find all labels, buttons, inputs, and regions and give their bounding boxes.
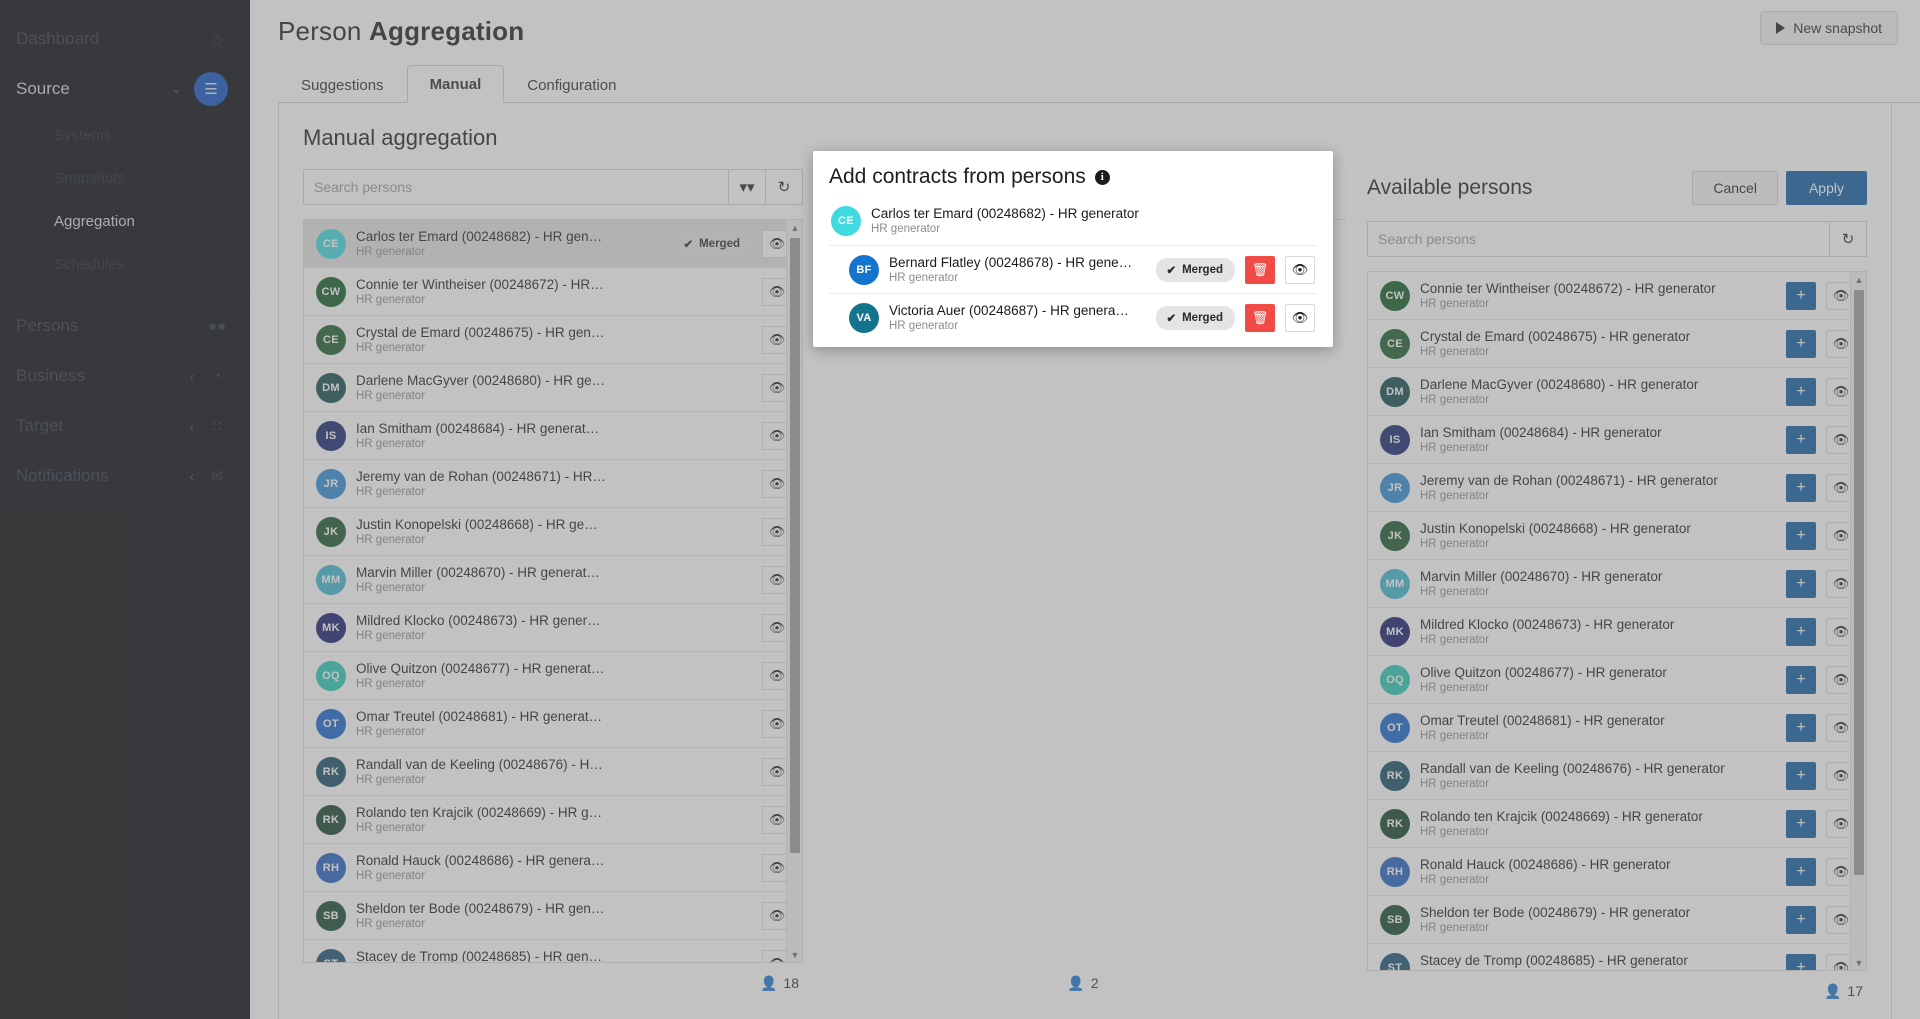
person-row[interactable]: BF Bernard Flatley (00248678) - HR gene… H… xyxy=(829,245,1317,293)
check-icon: ✔ xyxy=(1166,312,1177,325)
eye-icon[interactable]: 👁 xyxy=(1285,303,1315,332)
eye-icon[interactable]: 👁 xyxy=(1285,255,1315,284)
add-contracts-modal: Add contracts from persons i CE Carlos te… xyxy=(813,151,1333,347)
status-badge-label: Merged xyxy=(1182,263,1223,276)
trash-icon[interactable]: 🗑 xyxy=(1245,255,1275,284)
modal-row-list: CE Carlos ter Emard (00248682) - HR gener… xyxy=(829,197,1317,341)
modal-title-text: Add contracts from persons xyxy=(829,165,1086,188)
avatar: VA xyxy=(849,302,879,333)
trash-icon[interactable]: 🗑 xyxy=(1245,303,1275,332)
person-texts: Victoria Auer (00248687) - HR genera… HR … xyxy=(889,302,1146,334)
person-name: Victoria Auer (00248687) - HR genera… xyxy=(889,302,1129,318)
person-subtitle: HR generator xyxy=(871,223,941,235)
avatar: BF xyxy=(849,254,879,285)
person-row[interactable]: CE Carlos ter Emard (00248682) - HR gener… xyxy=(829,197,1317,245)
status-badge-label: Merged xyxy=(1182,311,1223,324)
status-badge: ✔ Merged xyxy=(1156,305,1235,330)
modal-title: Add contracts from persons i xyxy=(829,165,1317,189)
person-texts: Bernard Flatley (00248678) - HR gene… HR … xyxy=(889,254,1146,286)
status-badge: ✔ Merged xyxy=(1156,257,1235,282)
person-texts: Carlos ter Emard (00248682) - HR generat… xyxy=(871,205,1315,237)
check-icon: ✔ xyxy=(1166,264,1177,277)
person-name: Bernard Flatley (00248678) - HR gene… xyxy=(889,254,1133,270)
person-name: Carlos ter Emard (00248682) - HR generat… xyxy=(871,206,1139,221)
person-subtitle: HR generator xyxy=(889,319,959,332)
person-subtitle: HR generator xyxy=(889,271,959,284)
person-row[interactable]: VA Victoria Auer (00248687) - HR genera… H… xyxy=(829,293,1317,341)
avatar: CE xyxy=(831,206,861,236)
info-icon[interactable]: i xyxy=(1094,169,1110,185)
app-root: Dashboard ⌂ Source ⌄ ☰ Systems Snapshots Aggreg… xyxy=(0,0,1920,1019)
